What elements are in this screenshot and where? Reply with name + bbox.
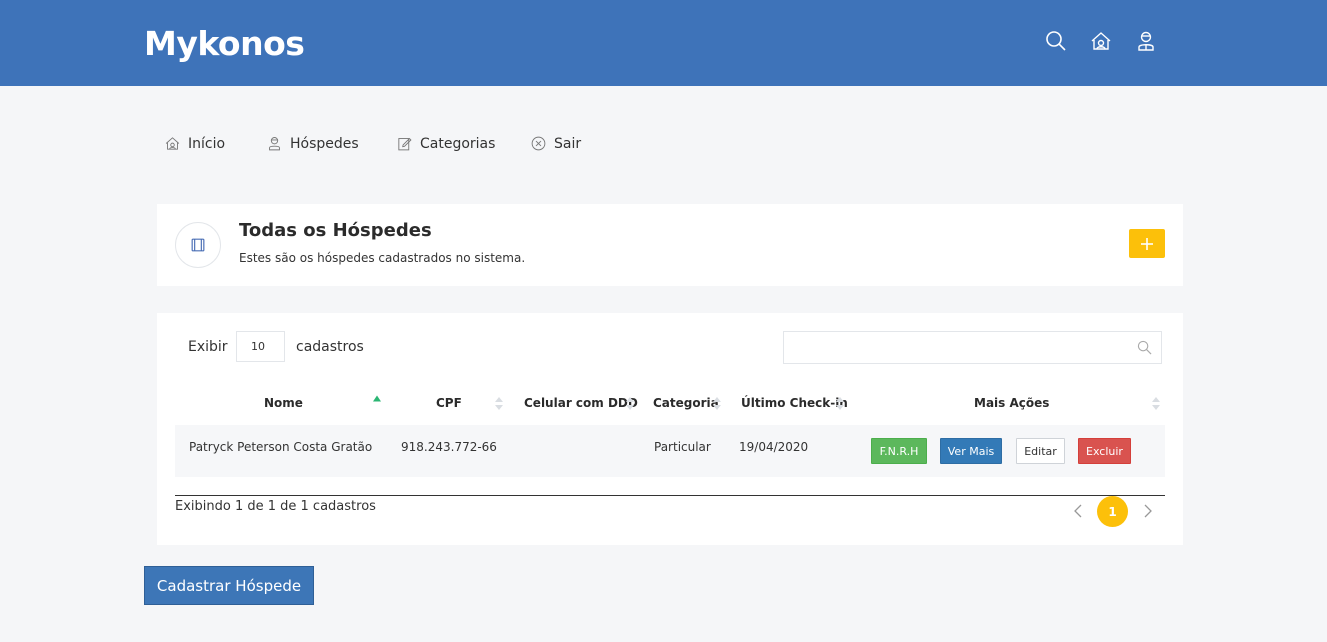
home-icon[interactable] (1089, 29, 1113, 53)
chevron-right-icon[interactable] (1141, 503, 1155, 519)
table-row: Patryck Peterson Costa Gratão 918.243.77… (175, 425, 1165, 477)
nav-item-label: Categorias (420, 135, 496, 152)
cell-nome: Patryck Peterson Costa Gratão (189, 440, 373, 454)
column-header-acoes[interactable]: Mais Ações (974, 396, 1049, 410)
guest-icon (269, 137, 280, 151)
table-divider (175, 495, 1165, 496)
sort-icon[interactable] (495, 397, 503, 411)
column-header-celular[interactable]: Celular com DDD (524, 396, 638, 410)
edit-icon (398, 137, 412, 151)
pagination-page-current[interactable]: 1 (1097, 496, 1128, 527)
home-icon (165, 137, 180, 150)
nav-item-label: Início (188, 135, 226, 152)
plus-icon (1141, 237, 1153, 250)
add-guest-button[interactable] (1129, 229, 1165, 258)
close-circle-icon (531, 136, 546, 151)
table-info: Exibindo 1 de 1 de 1 cadastros (175, 499, 376, 514)
cell-cpf: 918.243.772-66 (401, 440, 497, 454)
nav-item-categorias[interactable]: Categorias (396, 135, 495, 152)
sort-icon[interactable] (836, 397, 844, 411)
nav-item-label: Sair (554, 135, 582, 152)
length-suffix: cadastros (296, 339, 364, 355)
sort-icon[interactable] (713, 397, 721, 411)
page-header-card: Todas os Hóspedes Estes são os hóspedes … (157, 204, 1183, 286)
chevron-left-icon[interactable] (1071, 503, 1085, 519)
nav-item-sair[interactable]: Sair (530, 135, 581, 152)
view-more-button[interactable]: Ver Mais (940, 438, 1002, 464)
user-icon[interactable] (1134, 29, 1158, 53)
search-icon (1137, 340, 1152, 355)
page-subtitle: Estes são os hóspedes cadastrados no sis… (239, 251, 526, 265)
page-length-select[interactable] (236, 331, 285, 362)
column-header-nome[interactable]: Nome (264, 396, 303, 410)
cell-checkin: 19/04/2020 (739, 440, 809, 454)
top-bar: Mykonos (0, 0, 1327, 86)
nav-item-hospedes[interactable]: Hóspedes (266, 135, 359, 152)
section-icon (175, 222, 221, 268)
column-header-cpf[interactable]: CPF (436, 396, 462, 410)
delete-button[interactable]: Excluir (1078, 438, 1131, 464)
table-search (783, 331, 1162, 364)
fnrh-button[interactable]: F.N.R.H (871, 438, 927, 464)
column-header-checkin[interactable]: Último Check-in (741, 396, 848, 410)
sort-icon[interactable] (1152, 397, 1160, 411)
cell-categoria: Particular (654, 440, 711, 454)
search-input[interactable] (784, 332, 1124, 363)
edit-button[interactable]: Editar (1016, 438, 1065, 464)
length-label: Exibir (188, 339, 228, 355)
search-icon[interactable] (1044, 29, 1068, 53)
guests-table-card: Exibir cadastros Nome CPF Celular com DD… (157, 313, 1183, 545)
sort-icon[interactable] (626, 397, 634, 411)
column-header-categoria[interactable]: Categoria (653, 396, 719, 410)
brand-logo[interactable]: Mykonos (144, 24, 305, 63)
page-title: Todas os Hóspedes (239, 220, 432, 241)
nav-item-inicio[interactable]: Início (164, 135, 225, 152)
sort-asc-icon[interactable] (373, 395, 381, 409)
nav-item-label: Hóspedes (290, 135, 359, 152)
register-guest-button[interactable]: Cadastrar Hóspede (144, 566, 314, 605)
